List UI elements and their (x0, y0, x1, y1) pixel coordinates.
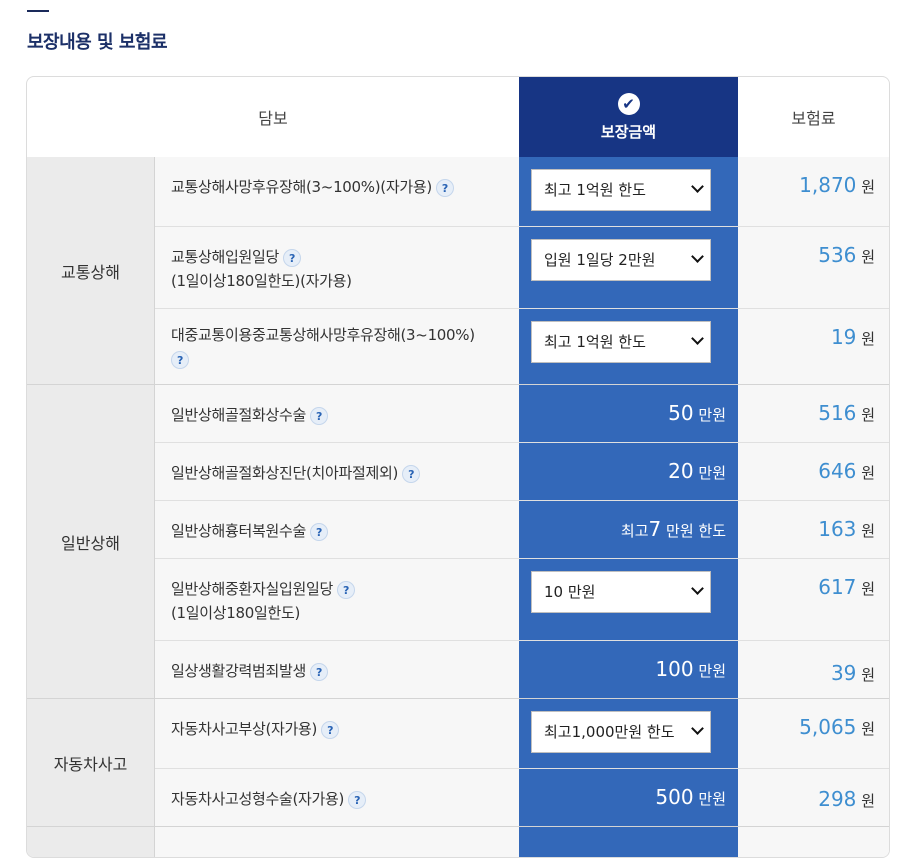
premium-value: 163 원 (818, 517, 875, 541)
table-row: 교통상해사망후유장해(3~100%)(자가용)? 최고 1억원 한도 1,870… (155, 157, 889, 227)
amount-cell: 10 만원 (519, 559, 738, 640)
table-row: 일반상해흉터복원수술? 최고7 만원 한도 163 원 (155, 501, 889, 559)
fixed-amount: 500 만원 (655, 785, 726, 809)
help-icon[interactable]: ? (310, 522, 329, 541)
check-icon: ✔ (617, 92, 640, 115)
table-row: 일반상해골절화상진단(치아파절제외)? 20 만원 646 원 (155, 443, 889, 501)
coverage-name: 일상생활강력범죄발생? (171, 659, 515, 683)
premium-value: 19 원 (830, 325, 875, 349)
help-icon[interactable]: ? (402, 464, 421, 483)
help-icon[interactable]: ? (321, 720, 340, 739)
premium-value: 298 원 (818, 787, 875, 811)
amount-select[interactable]: 입원 1일당 2만원 (531, 239, 711, 281)
table-row: 대중교통이용중교통상해사망후유장해(3~100%)? 최고 1억원 한도 19 … (155, 309, 889, 385)
help-icon[interactable]: ? (337, 580, 356, 599)
amount-cell: 100 만원 (519, 641, 738, 698)
chevron-down-icon (691, 582, 704, 595)
header-premium: 보험료 (791, 109, 836, 128)
table-header: 담보 ✔ 보장금액 보험료 (27, 77, 889, 165)
coverage-name: 교통상해입원일당? (1일이상180일한도)(자가용) (171, 248, 352, 290)
coverage-name: 대중교통이용중교통상해사망후유장해(3~100%)? (171, 326, 475, 369)
table-row: 일반상해골절화상수술? 50 만원 516 원 (155, 385, 889, 443)
premium-value: 1,870 원 (799, 173, 875, 197)
coverage-name: 일반상해중환자실입원일당? (1일이상180일한도) (171, 577, 515, 625)
amount-cell (519, 827, 738, 857)
table-row: 자동차사고부상(자가용)? 최고1,000만원 한도 5,065 원 (155, 699, 889, 769)
table-row: 자동차사고성형수술(자가용)? 500 만원 298 원 (155, 769, 889, 827)
category-traffic: 교통상해 (27, 157, 155, 385)
premium-value: 516 원 (818, 401, 875, 425)
help-icon[interactable]: ? (348, 790, 367, 809)
chevron-down-icon (691, 722, 704, 735)
amount-select[interactable]: 최고 1억원 한도 (531, 169, 711, 211)
help-icon[interactable]: ? (310, 662, 329, 681)
fixed-amount: 20 만원 (668, 459, 726, 483)
table-row: 일반상해중환자실입원일당? (1일이상180일한도) 10 만원 617 원 (155, 559, 889, 641)
title-accent-line (27, 10, 49, 12)
help-icon[interactable]: ? (310, 406, 329, 425)
help-icon[interactable]: ? (171, 350, 189, 369)
premium-value: 39 원 (830, 661, 875, 685)
coverage-name: 일반상해골절화상진단(치아파절제외)? (171, 461, 515, 485)
premium-value: 5,065 원 (799, 715, 875, 739)
page-title: 보장내용 및 보험료 (27, 32, 168, 53)
coverage-name: 자동차사고부상(자가용)? (171, 717, 515, 741)
fixed-amount: 100 만원 (655, 657, 726, 681)
amount-select[interactable]: 최고 1억원 한도 (531, 321, 711, 363)
chevron-down-icon (691, 250, 704, 263)
header-coverage: 담보 (258, 109, 288, 128)
coverage-name: 자동차사고성형수술(자가용)? (171, 787, 515, 811)
coverage-name: 일반상해흉터복원수술? (171, 519, 515, 543)
amount-cell: 최고7 만원 한도 (519, 501, 738, 558)
premium-value: 646 원 (818, 459, 875, 483)
amount-cell: 20 만원 (519, 443, 738, 500)
coverage-name: 교통상해사망후유장해(3~100%)(자가용)? (171, 175, 515, 199)
fixed-amount: 50 만원 (668, 401, 726, 425)
amount-cell: 최고1,000만원 한도 (519, 699, 738, 768)
category-auto: 자동차사고 (27, 699, 155, 827)
chevron-down-icon (691, 180, 704, 193)
chevron-down-icon (691, 332, 704, 345)
amount-select[interactable]: 10 만원 (531, 571, 711, 613)
help-icon[interactable]: ? (435, 178, 454, 197)
header-amount-label: 보장금액 (600, 122, 657, 141)
table-row: 일상생활강력범죄발생? 100 만원 39 원 (155, 641, 889, 699)
category-next (27, 827, 155, 857)
help-icon[interactable]: ? (283, 248, 302, 267)
amount-cell: 최고 1억원 한도 (519, 309, 738, 384)
amount-select[interactable]: 최고1,000만원 한도 (531, 711, 711, 753)
category-general: 일반상해 (27, 385, 155, 699)
table-row: 교통상해입원일당? (1일이상180일한도)(자가용) 입원 1일당 2만원 53… (155, 227, 889, 309)
amount-cell: 500 만원 (519, 769, 738, 826)
amount-cell: 최고 1억원 한도 (519, 157, 738, 226)
coverage-name: 일반상해골절화상수술? (171, 403, 515, 427)
fixed-amount: 최고7 만원 한도 (620, 517, 726, 541)
coverage-table: 담보 ✔ 보장금액 보험료 교통상해 일반상해 자동차사고 교통상해사망후유장해… (26, 76, 890, 858)
header-amount: ✔ 보장금액 (519, 77, 738, 165)
amount-cell: 입원 1일당 2만원 (519, 227, 738, 308)
premium-value: 617 원 (818, 575, 875, 599)
amount-cell: 50 만원 (519, 385, 738, 442)
table-row (155, 827, 889, 857)
premium-value: 536 원 (818, 243, 875, 267)
